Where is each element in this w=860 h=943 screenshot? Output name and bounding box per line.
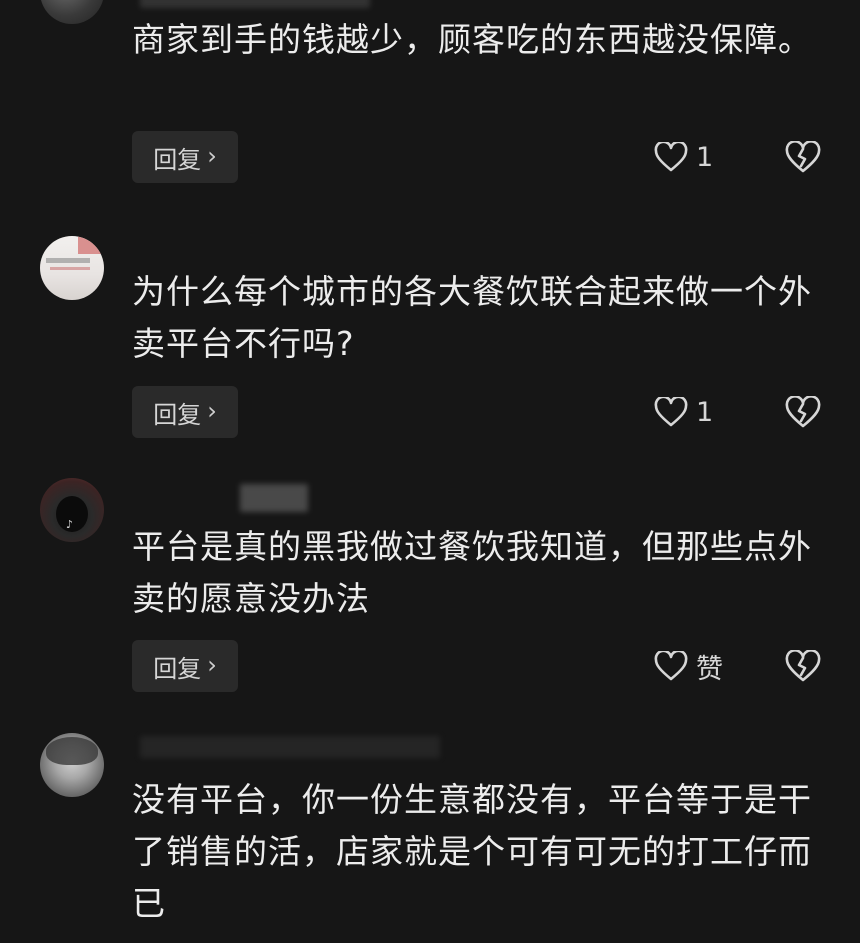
like-button[interactable]: 1 bbox=[654, 131, 713, 183]
dislike-button[interactable] bbox=[784, 640, 822, 692]
dislike-button[interactable] bbox=[784, 131, 822, 183]
heart-outline-icon bbox=[654, 651, 688, 681]
username-redacted bbox=[240, 484, 308, 512]
chevron-right-icon: › bbox=[207, 397, 217, 425]
username-redacted bbox=[140, 0, 370, 8]
broken-heart-icon bbox=[785, 141, 821, 173]
chevron-right-icon: › bbox=[207, 142, 217, 170]
heart-outline-icon bbox=[654, 397, 688, 427]
like-count: 1 bbox=[696, 141, 714, 173]
reply-label: 回复 bbox=[153, 145, 202, 174]
reply-button[interactable]: 回复 › bbox=[132, 131, 238, 183]
avatar[interactable]: ♪ bbox=[40, 478, 104, 542]
username-redacted bbox=[140, 736, 440, 758]
avatar[interactable] bbox=[40, 236, 104, 300]
reply-label: 回复 bbox=[153, 400, 202, 429]
reply-label: 回复 bbox=[153, 654, 202, 683]
avatar[interactable] bbox=[40, 733, 104, 797]
like-label: 赞 bbox=[696, 653, 723, 685]
like-button[interactable]: 赞 bbox=[654, 640, 723, 692]
comment-text: 平台是真的黑我做过餐饮我知道，但那些点外卖的愿意没办法 bbox=[132, 527, 812, 618]
reply-button[interactable]: 回复 › bbox=[132, 386, 238, 438]
broken-heart-icon bbox=[785, 396, 821, 428]
avatar[interactable] bbox=[40, 0, 104, 24]
broken-heart-icon bbox=[785, 650, 821, 682]
dislike-button[interactable] bbox=[784, 386, 822, 438]
like-count: 1 bbox=[696, 396, 714, 428]
like-button[interactable]: 1 bbox=[654, 386, 713, 438]
comment-text: 没有平台，你一份生意都没有，平台等于是干了销售的活，店家就是个可有可无的打工仔而… bbox=[132, 780, 812, 923]
chevron-right-icon: › bbox=[207, 651, 217, 679]
comment-text: 为什么每个城市的各大餐饮联合起来做一个外卖平台不行吗? bbox=[132, 272, 812, 363]
comment-text: 商家到手的钱越少，顾客吃的东西越没保障。 bbox=[132, 20, 812, 59]
heart-outline-icon bbox=[654, 142, 688, 172]
reply-button[interactable]: 回复 › bbox=[132, 640, 238, 692]
